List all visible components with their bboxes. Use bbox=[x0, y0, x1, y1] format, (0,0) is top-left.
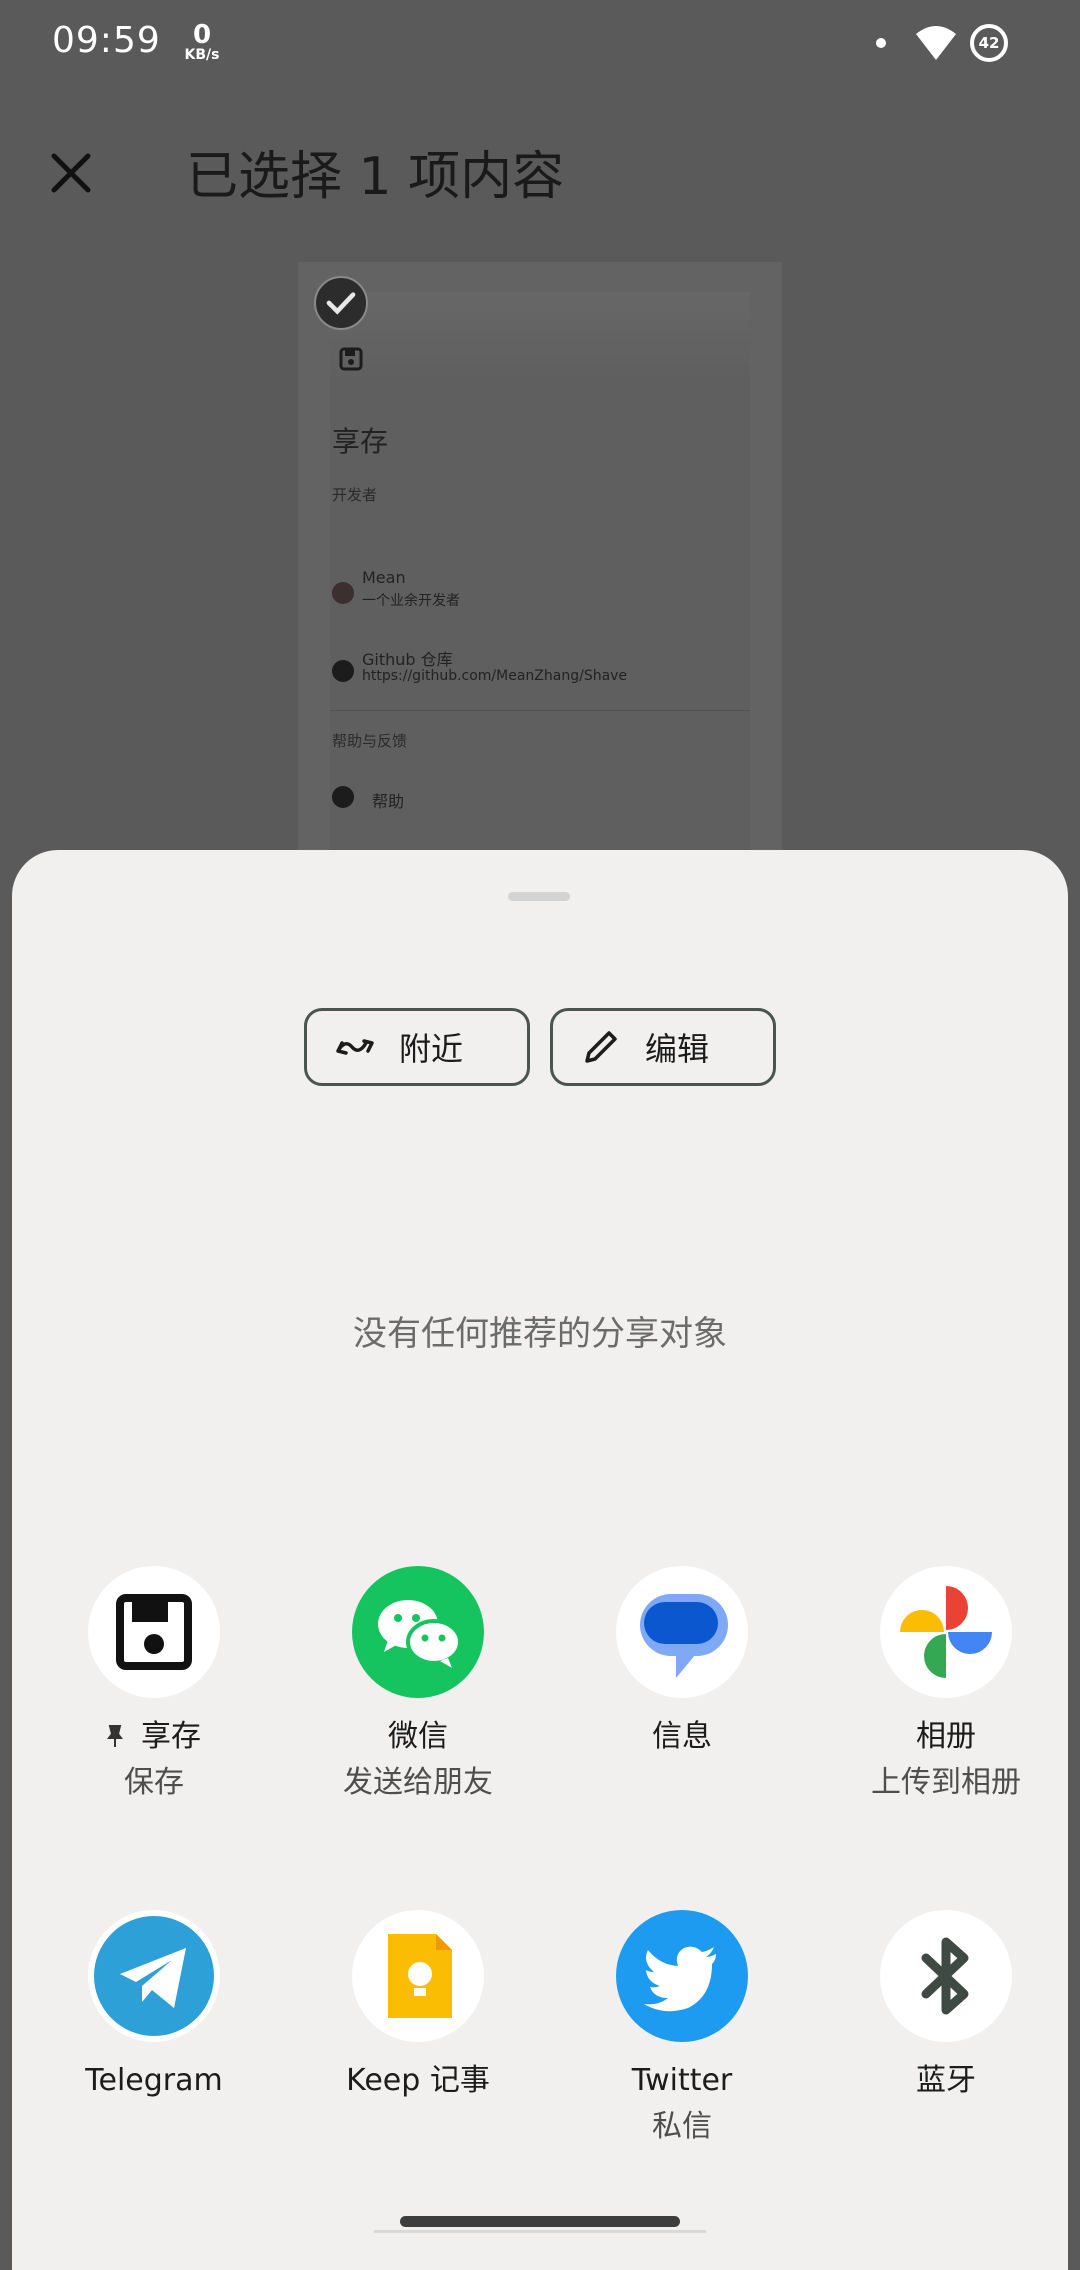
battery-icon: 42 bbox=[970, 24, 1008, 62]
share-target-keep[interactable]: Keep 记事 bbox=[286, 1910, 550, 2104]
save-icon bbox=[339, 347, 363, 371]
github-icon bbox=[332, 660, 354, 682]
app-action: 保存 bbox=[124, 1765, 184, 1800]
wechat-icon bbox=[352, 1566, 484, 1698]
shared-image-preview[interactable]: 享存 开发者 Mean 一个业余开发者 Github 仓库 https://gi… bbox=[298, 262, 782, 852]
preview-repo-url: https://github.com/MeanZhang/Shave bbox=[362, 668, 628, 684]
keep-icon bbox=[352, 1910, 484, 2042]
save-icon bbox=[88, 1566, 220, 1698]
bluetooth-icon bbox=[880, 1910, 1012, 2042]
share-target-bluetooth[interactable]: 蓝牙 bbox=[814, 1910, 1078, 2104]
preview-section: 帮助与反馈 bbox=[332, 732, 408, 750]
app-name: 微信 bbox=[388, 1719, 448, 1754]
nav-divider bbox=[374, 2230, 706, 2233]
page-title: 已选择 1 项内容 bbox=[186, 147, 565, 207]
photos-icon bbox=[880, 1566, 1012, 1698]
status-bar: 09:59 0 KB/s 42 bbox=[0, 0, 1080, 90]
edit-label: 编辑 bbox=[645, 1030, 710, 1068]
app-name: Keep 记事 bbox=[346, 2063, 490, 2098]
telegram-icon bbox=[88, 1910, 220, 2042]
notification-dot-icon bbox=[876, 38, 886, 48]
preview-dev-name: Mean bbox=[362, 568, 406, 587]
app-name: 信息 bbox=[652, 1719, 712, 1754]
no-suggestions-message: 没有任何推荐的分享对象 bbox=[353, 1314, 727, 1354]
pin-icon bbox=[107, 1725, 123, 1747]
preview-screenshot: 享存 开发者 Mean 一个业余开发者 Github 仓库 https://gi… bbox=[330, 292, 750, 852]
selection-bar: 已选择 1 项内容 bbox=[0, 120, 1080, 220]
preview-dev-desc: 一个业余开发者 bbox=[362, 593, 460, 609]
app-name: 相册 bbox=[916, 1719, 976, 1754]
network-speed: 0 KB/s bbox=[184, 20, 220, 63]
share-target-wechat[interactable]: 微信 发送给朋友 bbox=[286, 1566, 550, 1806]
app-action: 上传到相册 bbox=[871, 1765, 1021, 1800]
edit-button[interactable]: 编辑 bbox=[550, 1008, 776, 1086]
twitter-icon bbox=[616, 1910, 748, 2042]
divider bbox=[330, 710, 750, 711]
wifi-icon bbox=[916, 26, 956, 60]
clock: 09:59 bbox=[52, 20, 161, 61]
avatar bbox=[332, 582, 354, 604]
messages-icon bbox=[616, 1566, 748, 1698]
app-name: Twitter bbox=[631, 2063, 733, 2098]
app-name: 享存 bbox=[141, 1719, 201, 1754]
share-target-telegram[interactable]: Telegram bbox=[22, 1910, 286, 2104]
share-target-photos[interactable]: 相册 上传到相册 bbox=[814, 1566, 1078, 1806]
app-action: 私信 bbox=[652, 2109, 712, 2144]
nearby-label: 附近 bbox=[399, 1030, 464, 1068]
preview-app-title: 享存 bbox=[332, 425, 389, 458]
share-target-shave[interactable]: 享存 保存 bbox=[22, 1566, 286, 1806]
preview-repo-title: Github 仓库 bbox=[362, 650, 453, 669]
app-name: Telegram bbox=[85, 2063, 223, 2098]
preview-help: 帮助 bbox=[372, 792, 405, 811]
nearby-share-button[interactable]: 附近 bbox=[304, 1008, 530, 1086]
preview-section: 开发者 bbox=[332, 486, 378, 504]
drag-handle[interactable] bbox=[508, 892, 570, 901]
pencil-icon bbox=[585, 1031, 617, 1063]
close-icon[interactable] bbox=[48, 150, 94, 196]
share-target-messages[interactable]: 信息 bbox=[550, 1566, 814, 1760]
share-sheet: 附近 编辑 没有任何推荐的分享对象 享存 保存 微信 发送给朋友 信息 相册 上… bbox=[12, 850, 1068, 2270]
app-name: 蓝牙 bbox=[916, 2063, 976, 2098]
check-icon bbox=[314, 276, 368, 330]
app-action: 发送给朋友 bbox=[343, 1765, 493, 1800]
help-icon bbox=[332, 786, 354, 808]
share-target-twitter[interactable]: Twitter 私信 bbox=[550, 1910, 814, 2150]
gesture-nav-bar[interactable] bbox=[400, 2216, 680, 2227]
nearby-share-icon bbox=[336, 1039, 374, 1055]
